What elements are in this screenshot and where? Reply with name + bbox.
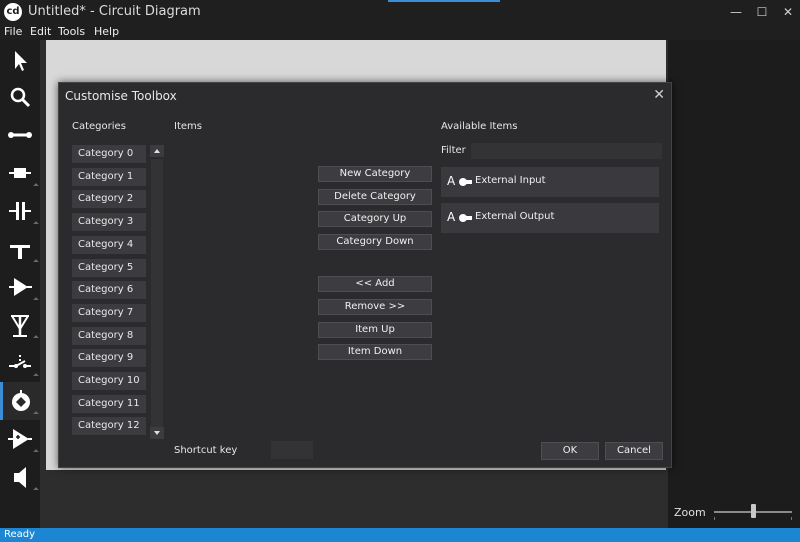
lamp-tool-button[interactable] bbox=[0, 382, 40, 420]
more-arrow-icon bbox=[33, 183, 39, 189]
magnifier-tool-button[interactable] bbox=[0, 78, 40, 116]
menu-help[interactable]: Help bbox=[94, 24, 119, 40]
more-arrow-icon bbox=[33, 297, 39, 303]
pointer-tool-icon bbox=[15, 51, 27, 71]
shortcut-key-label: Shortcut key bbox=[174, 445, 238, 456]
speaker-tool-button[interactable] bbox=[0, 458, 40, 496]
filter-input[interactable] bbox=[471, 143, 662, 159]
antenna-tool-icon bbox=[11, 315, 29, 337]
properties-panel bbox=[668, 40, 800, 528]
more-arrow-icon bbox=[33, 411, 39, 417]
scroll-up-button[interactable] bbox=[150, 145, 164, 157]
more-arrow-icon bbox=[33, 487, 39, 493]
menu-bar: File Edit Tools Help bbox=[0, 24, 800, 40]
dialog-close-icon[interactable]: ✕ bbox=[653, 87, 665, 103]
external-output-icon: A bbox=[447, 210, 473, 225]
available-item-external-input[interactable]: A External Input bbox=[441, 167, 659, 197]
component-toolbar bbox=[0, 40, 40, 528]
window-title: Untitled* - Circuit Diagram bbox=[28, 4, 201, 19]
category-item[interactable]: Category 6 bbox=[72, 281, 146, 300]
chevron-down-icon bbox=[154, 431, 160, 435]
available-item-label: External Output bbox=[475, 211, 555, 222]
diode-tool-button[interactable] bbox=[0, 268, 40, 306]
available-item-external-output[interactable]: A External Output bbox=[441, 203, 659, 233]
opamp-tool-button[interactable] bbox=[0, 420, 40, 458]
category-item[interactable]: Category 9 bbox=[72, 349, 146, 368]
menu-tools[interactable]: Tools bbox=[58, 24, 85, 40]
resistor-tool-button[interactable] bbox=[0, 154, 40, 192]
title-accent-line bbox=[388, 0, 500, 2]
switch-tool-icon bbox=[9, 355, 31, 368]
new-category-button[interactable]: New Category bbox=[318, 166, 432, 182]
category-item[interactable]: Category 1 bbox=[72, 167, 146, 186]
switch-tool-button[interactable] bbox=[0, 344, 40, 382]
category-up-button[interactable]: Category Up bbox=[318, 211, 432, 227]
available-item-label: External Input bbox=[475, 175, 546, 186]
more-arrow-icon bbox=[33, 335, 39, 341]
close-window-button[interactable]: ✕ bbox=[772, 0, 800, 24]
capacitor-tool-button[interactable] bbox=[0, 192, 40, 230]
category-item[interactable]: Category 5 bbox=[72, 258, 146, 277]
category-item[interactable]: Category 8 bbox=[72, 326, 146, 345]
category-item[interactable]: Category 7 bbox=[72, 303, 146, 322]
wire-tool-button[interactable] bbox=[0, 116, 40, 154]
ground-tool-button[interactable] bbox=[0, 230, 40, 268]
antenna-tool-button[interactable] bbox=[0, 306, 40, 344]
magnifier-tool-icon bbox=[10, 87, 31, 108]
scroll-track[interactable] bbox=[151, 159, 163, 431]
chevron-up-icon bbox=[154, 149, 160, 153]
diode-tool-icon bbox=[9, 278, 32, 296]
category-item[interactable]: Category 10 bbox=[72, 372, 146, 390]
ground-tool-icon bbox=[10, 245, 30, 259]
categories-scrollbar[interactable] bbox=[150, 145, 164, 439]
customise-toolbox-dialog: Customise Toolbox ✕ Categories Items Ava… bbox=[58, 82, 672, 468]
items-label: Items bbox=[174, 121, 202, 132]
category-item[interactable]: Category 0 bbox=[72, 145, 146, 163]
pointer-tool-button[interactable] bbox=[0, 40, 40, 78]
delete-category-button[interactable]: Delete Category bbox=[318, 189, 432, 205]
more-arrow-icon bbox=[33, 449, 39, 455]
more-arrow-icon bbox=[33, 373, 39, 379]
category-item[interactable]: Category 2 bbox=[72, 190, 146, 209]
scroll-down-button[interactable] bbox=[150, 427, 164, 439]
status-text: Ready bbox=[4, 529, 36, 540]
status-bar: Ready bbox=[0, 528, 800, 542]
category-item[interactable]: Category 3 bbox=[72, 213, 146, 232]
categories-list: Category 0 Category 1 Category 2 Categor… bbox=[72, 145, 148, 439]
category-down-button[interactable]: Category Down bbox=[318, 234, 432, 250]
dialog-title: Customise Toolbox bbox=[65, 89, 177, 103]
more-arrow-icon bbox=[33, 259, 39, 265]
resistor-tool-icon bbox=[9, 168, 31, 178]
available-items-label: Available Items bbox=[441, 121, 518, 132]
more-arrow-icon bbox=[33, 221, 39, 227]
cancel-button[interactable]: Cancel bbox=[605, 442, 663, 460]
shortcut-key-input[interactable] bbox=[271, 441, 313, 459]
lamp-tool-icon bbox=[12, 390, 30, 411]
menu-edit[interactable]: Edit bbox=[30, 24, 51, 40]
zoom-slider-thumb[interactable] bbox=[750, 504, 756, 518]
title-bar: cd Untitled* - Circuit Diagram — ☐ ✕ bbox=[0, 0, 800, 24]
item-up-button[interactable]: Item Up bbox=[318, 322, 432, 338]
filter-label: Filter bbox=[441, 145, 466, 156]
external-input-icon: A bbox=[447, 174, 473, 189]
zoom-label: Zoom bbox=[674, 506, 706, 519]
add-item-button[interactable]: << Add bbox=[318, 276, 432, 292]
capacitor-tool-icon bbox=[9, 202, 31, 220]
app-logo-icon: cd bbox=[4, 3, 22, 21]
categories-label: Categories bbox=[72, 121, 126, 132]
speaker-tool-icon bbox=[14, 467, 26, 488]
category-item[interactable]: Category 11 bbox=[72, 394, 146, 413]
category-item[interactable]: Category 12 bbox=[72, 417, 146, 436]
ok-button[interactable]: OK bbox=[541, 442, 599, 460]
remove-item-button[interactable]: Remove >> bbox=[318, 299, 432, 315]
item-down-button[interactable]: Item Down bbox=[318, 344, 432, 360]
opamp-tool-icon bbox=[8, 429, 32, 449]
category-item[interactable]: Category 4 bbox=[72, 235, 146, 254]
wire-tool-icon bbox=[8, 132, 32, 138]
menu-file[interactable]: File bbox=[4, 24, 22, 40]
